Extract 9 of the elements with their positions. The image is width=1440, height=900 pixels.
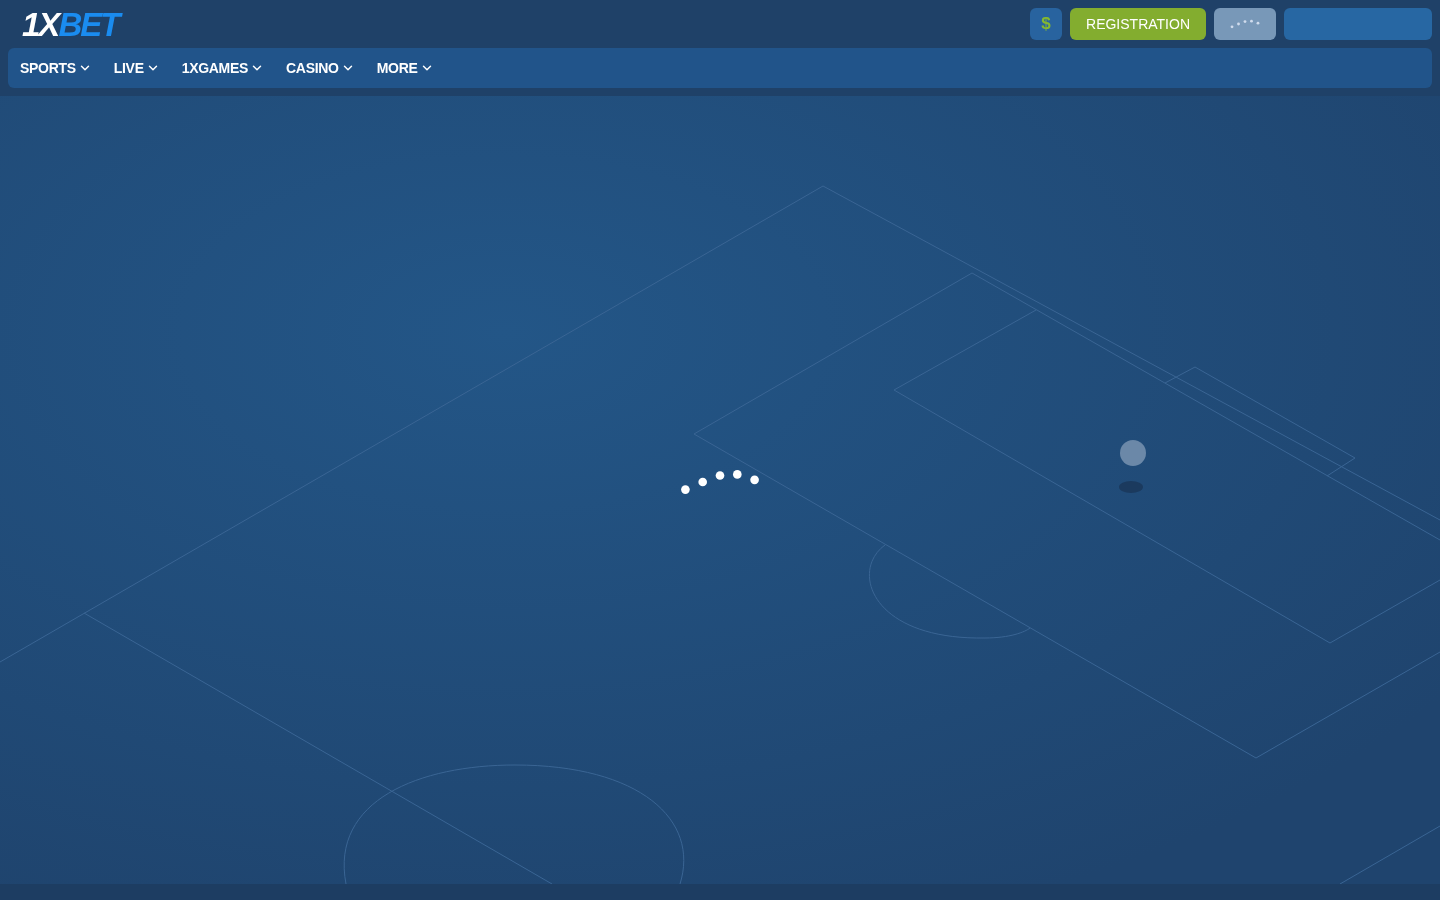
- login-button[interactable]: [1214, 8, 1276, 40]
- nav-menu-item[interactable]: MORE: [376, 57, 434, 79]
- nav-menu-item[interactable]: 1XGAMES: [181, 57, 265, 79]
- nav-menu-item[interactable]: CASINO: [286, 57, 355, 79]
- account-button[interactable]: [1284, 8, 1432, 40]
- nav-menu-item[interactable]: LIVE: [113, 57, 160, 79]
- nav-menu-item[interactable]: SPORTS: [20, 57, 92, 79]
- loading-icon: [1230, 19, 1260, 29]
- loading-spinner-icon: [680, 469, 760, 495]
